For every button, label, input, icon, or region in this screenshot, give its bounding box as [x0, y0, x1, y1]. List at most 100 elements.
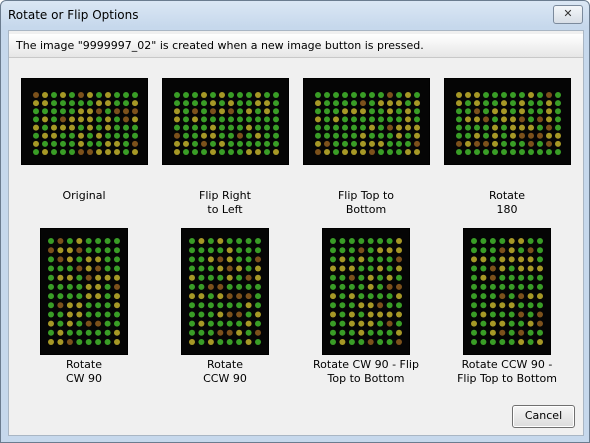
array-spot	[217, 339, 224, 345]
array-spot	[413, 116, 420, 123]
array-spot	[518, 247, 525, 254]
option-thumbnail[interactable]	[444, 79, 570, 164]
array-spot	[527, 238, 534, 244]
array-spot	[323, 132, 330, 139]
array-spot	[245, 283, 252, 290]
array-spot	[491, 149, 498, 155]
array-spot	[386, 256, 393, 263]
array-spot	[527, 124, 534, 131]
array-spot	[86, 92, 93, 98]
array-spot	[32, 116, 39, 123]
array-spot	[114, 320, 120, 327]
array-spot	[245, 339, 252, 345]
array-spot	[85, 293, 92, 300]
array-spot	[455, 108, 462, 115]
array-spot	[209, 108, 216, 115]
array-spot	[104, 132, 111, 139]
array-spot	[207, 247, 214, 254]
array-spot	[500, 92, 507, 98]
array-spot	[358, 320, 365, 327]
array-spot	[339, 339, 346, 345]
close-button[interactable]: ✕	[553, 5, 583, 24]
array-spot	[471, 283, 477, 290]
array-spot	[217, 329, 224, 336]
array-spot	[537, 339, 543, 345]
array-spot	[508, 320, 515, 327]
array-spot	[367, 274, 374, 281]
array-spot	[236, 265, 243, 272]
array-spot	[189, 247, 195, 254]
array-spot	[464, 149, 471, 155]
array-spot	[48, 293, 54, 300]
array-spot	[122, 140, 129, 147]
array-spot	[348, 256, 355, 263]
array-spot	[368, 132, 375, 139]
array-spot	[95, 92, 102, 98]
option-label: Flip Top to Bottom	[337, 189, 395, 216]
option-thumbnail[interactable]	[464, 229, 550, 354]
array-spot	[77, 108, 84, 115]
array-spot	[104, 265, 111, 272]
option-label: Rotate CW 90 - Flip Top to Bottom	[313, 358, 419, 385]
array-spot	[95, 320, 102, 327]
option-thumbnail[interactable]	[162, 79, 288, 164]
array-spot	[330, 293, 336, 300]
array-spot	[489, 274, 496, 281]
cancel-button[interactable]: Cancel	[512, 405, 575, 428]
option-label: Original	[62, 189, 106, 202]
array-spot	[57, 293, 64, 300]
array-spot	[471, 247, 477, 254]
array-spot	[57, 247, 64, 254]
array-spot	[489, 293, 496, 300]
info-message: The image "9999997_02" is created when a…	[16, 39, 424, 52]
option-thumbnail[interactable]	[182, 229, 268, 354]
array-spot	[339, 283, 346, 290]
array-spot	[359, 108, 366, 115]
array-spot	[209, 100, 216, 107]
option-thumbnail[interactable]	[323, 229, 409, 354]
array-spot	[104, 92, 111, 98]
array-spot	[50, 92, 57, 98]
array-spot	[122, 92, 129, 98]
array-spot	[217, 265, 224, 272]
array-spot	[227, 140, 234, 147]
array-spot	[173, 108, 180, 115]
array-spot	[236, 274, 243, 281]
array-spot	[131, 132, 138, 139]
array-spot	[377, 311, 384, 318]
array-spot	[272, 108, 279, 115]
array-spot	[359, 140, 366, 147]
array-spot	[404, 140, 411, 147]
array-spot	[386, 100, 393, 107]
array-spot	[545, 124, 552, 131]
array-spot	[377, 92, 384, 98]
option-thumbnail[interactable]	[303, 79, 429, 164]
array-spot	[537, 320, 543, 327]
array-spot	[527, 108, 534, 115]
array-spot	[198, 329, 205, 336]
array-spot	[32, 149, 39, 155]
array-spot	[217, 247, 224, 254]
array-spot	[508, 339, 515, 345]
array-spot	[255, 320, 261, 327]
array-spot	[104, 274, 111, 281]
array-spot	[518, 238, 525, 244]
option-thumbnail[interactable]	[41, 229, 127, 354]
array-spot	[500, 108, 507, 115]
array-spot	[396, 238, 402, 244]
array-spot	[358, 265, 365, 272]
array-spot	[86, 149, 93, 155]
array-spot	[263, 149, 270, 155]
array-spot	[41, 149, 48, 155]
array-spot	[499, 302, 506, 309]
array-spot	[499, 283, 506, 290]
array-spot	[85, 320, 92, 327]
option-thumbnail[interactable]	[21, 79, 147, 164]
array-spot	[480, 293, 487, 300]
array-spot	[359, 132, 366, 139]
array-spot	[189, 293, 195, 300]
array-spot	[537, 283, 543, 290]
array-spot	[85, 339, 92, 345]
array-spot	[254, 132, 261, 139]
array-spot	[66, 339, 73, 345]
